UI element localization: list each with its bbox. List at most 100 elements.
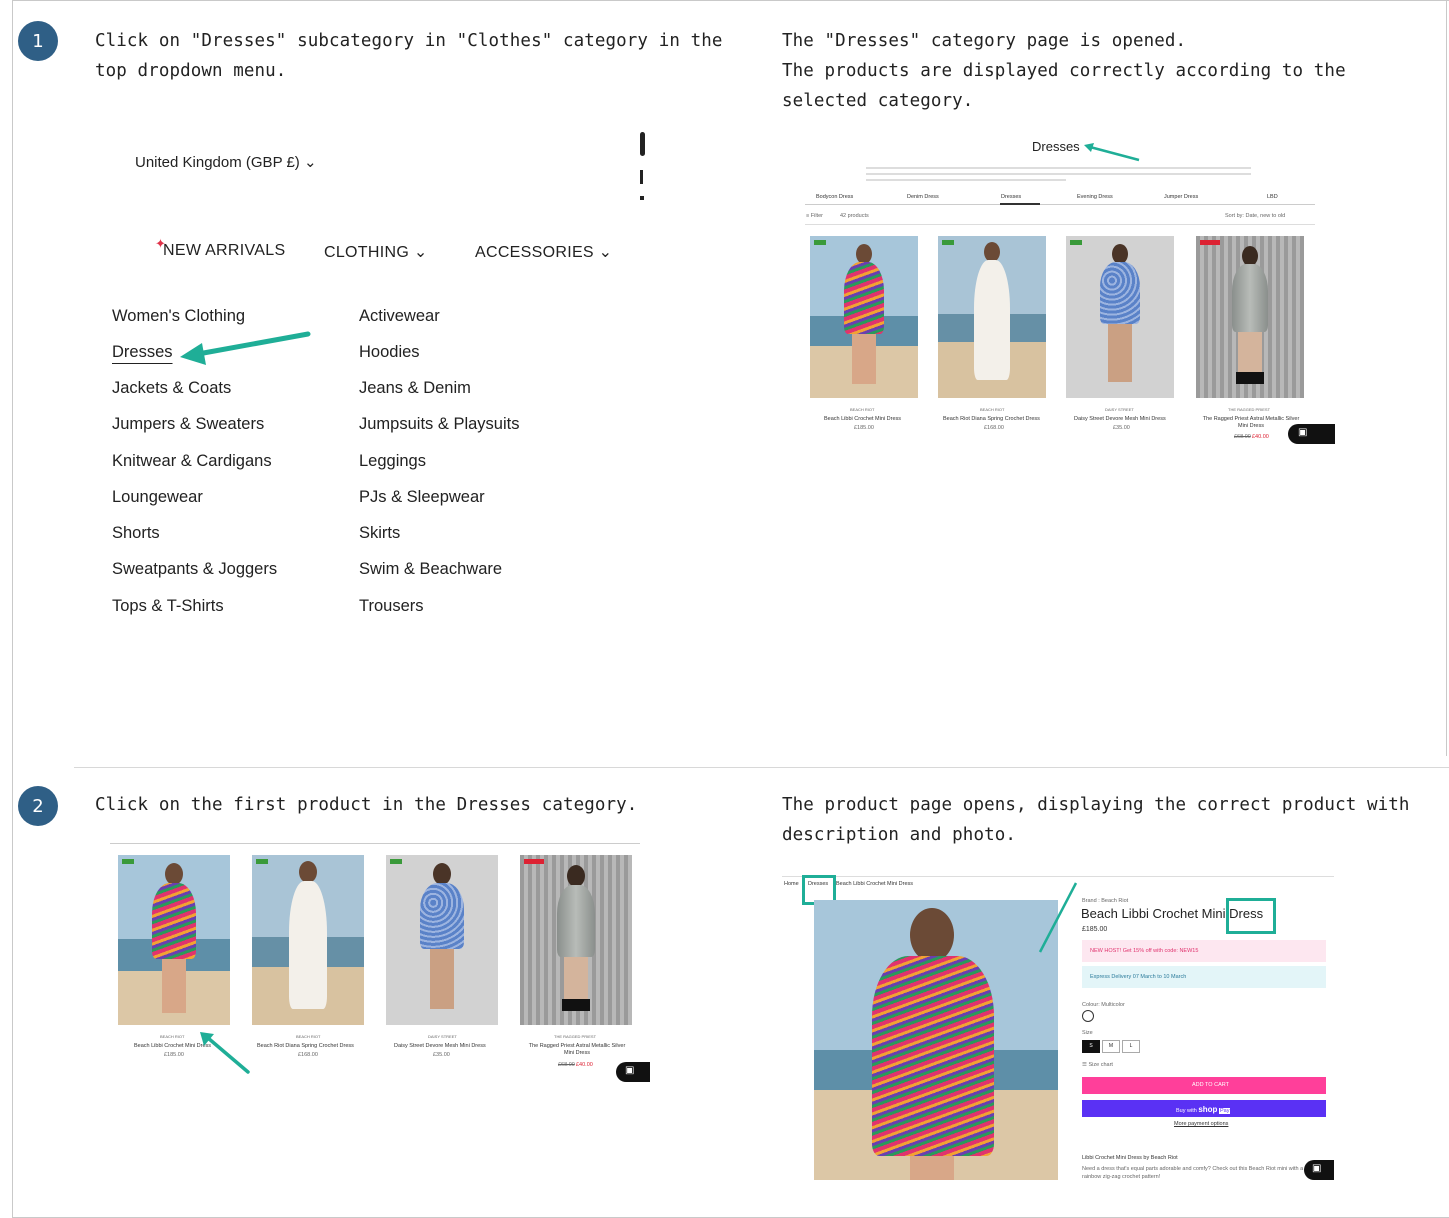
product-image[interactable]	[1066, 236, 1174, 398]
country-selector[interactable]: United Kingdom (GBP £) ⌄	[135, 153, 317, 171]
sale-badge	[1200, 240, 1220, 245]
step-2-action: Click on the first product in the Dresse…	[95, 795, 638, 815]
menu-item-loungewear[interactable]: Loungewear	[112, 488, 203, 507]
product-name[interactable]: Daisy Street Devore Mesh Mini Dress	[394, 1043, 486, 1049]
step-2-expected: The product page opens, displaying the c…	[782, 795, 1410, 845]
rewards-button[interactable]: ▣	[1288, 424, 1335, 444]
new-badge	[1070, 240, 1082, 245]
product-price: £185.00	[164, 1052, 184, 1058]
annotation-arrow-icon	[200, 1032, 250, 1074]
step-1-expected-line1: The "Dresses" category page is opened.	[782, 31, 1187, 51]
product-brand: Brand : Beach Riot	[1082, 898, 1129, 904]
step-number-badge: 2	[18, 786, 58, 826]
size-option-m[interactable]: M	[1102, 1040, 1120, 1053]
product-price: £168.00	[298, 1052, 318, 1058]
highlight-box	[1226, 898, 1276, 934]
subnav-lbd[interactable]: LBD	[1267, 194, 1278, 200]
product-image[interactable]	[386, 855, 498, 1025]
menu-item-womens-clothing[interactable]: Women's Clothing	[112, 307, 245, 326]
subnav-evening[interactable]: Evening Dress	[1077, 194, 1113, 200]
nav-new-arrivals[interactable]: NEW ARRIVALS	[163, 242, 285, 260]
product-name[interactable]: The Ragged Priest Astral Metallic Silver…	[1201, 416, 1301, 430]
gift-icon: ▣	[1298, 427, 1308, 438]
size-chart-link[interactable]: ☰ Size chart	[1082, 1062, 1113, 1068]
breadcrumb-home[interactable]: Home	[784, 881, 799, 887]
breadcrumb-product: Beach Libbi Crochet Mini Dress	[836, 881, 914, 887]
product-price: £185.00	[854, 425, 874, 431]
product-price: £35.00	[433, 1052, 450, 1058]
size-option-s[interactable]: S	[1082, 1040, 1100, 1053]
product-main-image	[814, 900, 1058, 1180]
product-name[interactable]: Beach Libbi Crochet Mini Dress	[824, 416, 901, 422]
colour-swatch[interactable]	[1082, 1010, 1094, 1022]
size-label: Size	[1082, 1030, 1093, 1036]
colour-label: Colour: Multicolor	[1082, 1002, 1125, 1008]
menu-item-jackets[interactable]: Jackets & Coats	[112, 379, 231, 398]
ruler-icon: ☰	[1082, 1062, 1087, 1068]
annotation-arrow-icon	[1084, 143, 1140, 162]
menu-item-shorts[interactable]: Shorts	[112, 524, 160, 543]
product-name[interactable]: Beach Riot Diana Spring Crochet Dress	[257, 1043, 354, 1049]
product-count: 42 products	[840, 213, 869, 219]
product-page-screenshot: Home Dresses Beach Libbi Crochet Mini Dr…	[782, 874, 1334, 1180]
description-text: Need a dress that's equal parts adorable…	[1082, 1166, 1304, 1180]
new-badge	[942, 240, 954, 245]
description-title: Libbi Crochet Mini Dress by Beach Riot	[1082, 1155, 1178, 1161]
size-option-l[interactable]: L	[1122, 1040, 1140, 1053]
category-title: Dresses	[1032, 139, 1080, 154]
menu-item-pjs[interactable]: PJs & Sleepwear	[359, 488, 485, 507]
product-image[interactable]	[938, 236, 1046, 398]
sort-dropdown[interactable]: Sort by: Date, new to old	[1225, 213, 1285, 219]
product-image[interactable]	[1196, 236, 1304, 398]
annotation-arrow-icon	[1038, 882, 1078, 953]
menu-item-jumpers[interactable]: Jumpers & Sweaters	[112, 415, 264, 434]
menu-item-leggings[interactable]: Leggings	[359, 452, 426, 471]
add-to-cart-button[interactable]: ADD TO CART	[1082, 1077, 1326, 1094]
subnav-bodycon[interactable]: Bodycon Dress	[816, 194, 853, 200]
chevron-down-icon: ⌄	[598, 244, 613, 261]
row-separator	[74, 767, 1449, 768]
menu-item-dresses[interactable]: Dresses	[112, 343, 173, 362]
nav-clothing[interactable]: CLOTHING ⌄	[324, 242, 428, 262]
subnav-denim[interactable]: Denim Dress	[907, 194, 939, 200]
product-image[interactable]	[252, 855, 364, 1025]
gift-icon: ▣	[625, 1065, 635, 1076]
sale-badge	[524, 859, 544, 864]
product-old-price: £68.00	[558, 1062, 575, 1068]
subnav-dresses[interactable]: Dresses	[1001, 194, 1021, 200]
menu-item-knitwear[interactable]: Knitwear & Cardigans	[112, 452, 272, 471]
menu-item-hoodies[interactable]: Hoodies	[359, 343, 420, 362]
nav-accessories[interactable]: ACCESSORIES ⌄	[475, 242, 612, 262]
menu-item-tops[interactable]: Tops & T-Shirts	[112, 597, 224, 616]
menu-item-activewear[interactable]: Activewear	[359, 307, 440, 326]
product-price: £168.00	[984, 425, 1004, 431]
rewards-button[interactable]: ▣	[616, 1062, 650, 1082]
product-name[interactable]: Daisy Street Devore Mesh Mini Dress	[1074, 416, 1166, 422]
product-image[interactable]	[118, 855, 230, 1025]
category-screenshot: Dresses Bodycon Dress Denim Dress Dresse…	[800, 128, 1335, 446]
more-payment-options-link[interactable]: More payment options	[1174, 1121, 1228, 1127]
product-image[interactable]	[810, 236, 918, 398]
product-price: £185.00	[1082, 926, 1108, 933]
shop-pay-button[interactable]: Buy with shop Pay	[1082, 1100, 1326, 1117]
menu-item-swim[interactable]: Swim & Beachware	[359, 560, 502, 579]
rewards-button[interactable]: ▣	[1304, 1160, 1334, 1180]
product-price: £40.00	[1252, 434, 1269, 440]
promo-banner: NEW HOST! Get 15% off with code: NEW15	[1082, 940, 1326, 962]
menu-item-sweatpants[interactable]: Sweatpants & Joggers	[112, 560, 277, 579]
product-grid-screenshot: BEACH RIOT Beach Libbi Crochet Mini Dres…	[110, 843, 650, 1083]
product-old-price: £68.00	[1234, 434, 1251, 440]
menu-item-trousers[interactable]: Trousers	[359, 597, 424, 616]
filter-button[interactable]: ≡ Filter	[806, 213, 823, 219]
new-badge	[122, 859, 134, 864]
product-image[interactable]	[520, 855, 632, 1025]
subnav-jumper[interactable]: Jumper Dress	[1164, 194, 1198, 200]
right-border	[1446, 0, 1447, 756]
product-name[interactable]: The Ragged Priest Astral Metallic Silver…	[523, 1043, 631, 1057]
step-1-expected-line2: The products are displayed correctly acc…	[782, 61, 1346, 111]
product-name[interactable]: Beach Riot Diana Spring Crochet Dress	[943, 416, 1040, 422]
menu-item-jeans[interactable]: Jeans & Denim	[359, 379, 471, 398]
menu-item-jumpsuits[interactable]: Jumpsuits & Playsuits	[359, 415, 519, 434]
step-1-action: Click on "Dresses" subcategory in "Cloth…	[95, 31, 723, 81]
menu-item-skirts[interactable]: Skirts	[359, 524, 400, 543]
